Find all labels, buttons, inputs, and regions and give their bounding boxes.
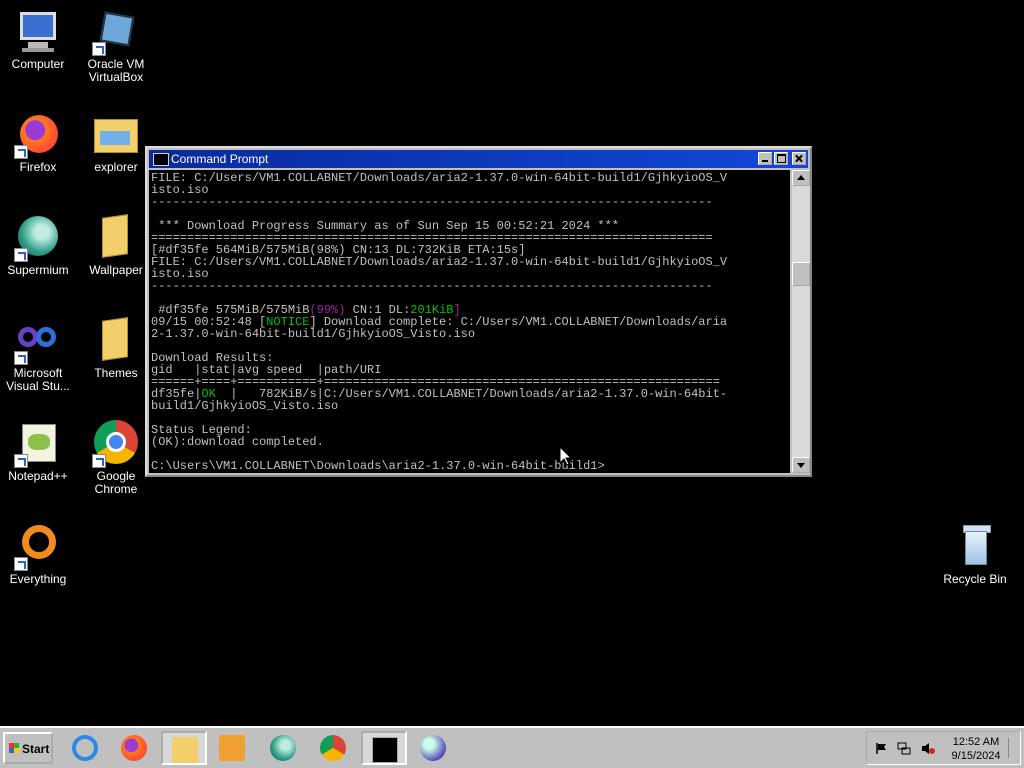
visual-studio-icon [14, 317, 62, 365]
taskbar-command-prompt[interactable] [361, 731, 407, 765]
desktop-icon-label: Microsoft Visual Stu... [6, 366, 70, 393]
desktop-icon-recycle-bin[interactable]: Recycle Bin [935, 523, 1015, 586]
desktop-icon-label: Oracle VM VirtualBox [87, 57, 145, 84]
desktop-icon-everything[interactable]: Everything [0, 523, 78, 586]
file-explorer-icon [172, 737, 198, 763]
taskbar-chrome[interactable] [311, 731, 357, 765]
desktop-icon-label: Everything [9, 572, 67, 586]
windows-logo-icon [9, 743, 19, 753]
internet-explorer-icon [72, 735, 98, 761]
media-player-icon [219, 735, 245, 761]
folder-icon [92, 111, 140, 159]
console-line: build1/GjhkyioOS_Visto.iso [151, 399, 339, 413]
scroll-down-button[interactable] [792, 457, 810, 473]
system-tray: 12:52 AM 9/15/2024 [866, 731, 1021, 765]
firefox-icon [14, 111, 62, 159]
minimize-button[interactable] [758, 152, 772, 165]
scroll-up-button[interactable] [792, 170, 810, 186]
mouse-cursor-icon [560, 447, 572, 466]
clock-date: 9/15/2024 [951, 750, 1001, 762]
desktop-icon-label: Wallpaper [89, 263, 143, 277]
desktop-icon-firefox[interactable]: Firefox [0, 111, 78, 174]
desktop-icon-label: Firefox [19, 160, 57, 174]
chrome-icon [320, 735, 346, 761]
console-line: FILE: C:/Users/VM1.COLLABNET/Downloads/a… [151, 255, 728, 269]
desktop-icon-label: Themes [94, 366, 138, 380]
desktop-icon-supermium[interactable]: Supermium [0, 214, 78, 277]
console-line: (OK):download completed. [151, 435, 324, 449]
virtualbox-icon [92, 8, 140, 56]
taskbar-virtualbox[interactable] [411, 731, 457, 765]
vertical-scrollbar[interactable] [792, 170, 810, 473]
desktop-icon-label: Supermium [7, 263, 69, 277]
desktop-icon-label: explorer [94, 160, 138, 174]
start-button[interactable]: Start [3, 732, 53, 764]
desktop-icon-chrome[interactable]: Google Chrome [76, 420, 156, 496]
supermium-icon [270, 735, 296, 761]
taskbar-media-player[interactable] [210, 731, 256, 765]
desktop-icon-notepadpp[interactable]: Notepad++ [0, 420, 78, 483]
desktop-icon-wallpaper[interactable]: Wallpaper [76, 214, 156, 277]
desktop-icon-label: Recycle Bin [943, 572, 1007, 586]
folder-icon [92, 214, 140, 262]
desktop-icon-computer[interactable]: Computer [0, 8, 78, 71]
desktop-icon-explorer[interactable]: explorer [76, 111, 156, 174]
console-output[interactable]: FILE: C:/Users/VM1.COLLABNET/Downloads/a… [149, 170, 790, 473]
window-title: Command Prompt [171, 152, 269, 166]
everything-icon [14, 523, 62, 571]
desktop-icon-label: Computer [11, 57, 65, 71]
desktop-icon-label: Google Chrome [94, 469, 138, 496]
supermium-icon [14, 214, 62, 262]
volume-muted-icon[interactable] [921, 742, 935, 755]
network-icon[interactable] [897, 742, 911, 755]
window-title-bar[interactable]: Command Prompt [149, 150, 808, 168]
firefox-icon [121, 735, 147, 761]
console-line: 2-1.37.0-win-64bit-build1/GjhkyioOS_Vist… [151, 327, 476, 341]
taskbar-file-explorer[interactable] [161, 731, 207, 765]
command-prompt-icon [153, 153, 169, 166]
taskbar: Start 12:52 AM 9/15/2024 [0, 726, 1024, 768]
close-button[interactable] [792, 152, 806, 165]
console-line: ----------------------------------------… [151, 195, 713, 209]
chrome-icon [92, 420, 140, 468]
command-prompt-window[interactable]: Command Prompt FILE: C:/Users/VM1.COLLAB… [145, 146, 812, 477]
notepadpp-icon [14, 420, 62, 468]
clock[interactable]: 12:52 AM 9/15/2024 [943, 735, 1009, 763]
maximize-button[interactable] [774, 152, 788, 165]
console-line: ----------------------------------------… [151, 279, 713, 293]
folder-icon [92, 317, 140, 365]
command-prompt-icon [372, 737, 398, 763]
show-desktop-button[interactable] [1008, 738, 1019, 758]
taskbar-firefox[interactable] [112, 731, 158, 765]
action-center-flag-icon[interactable] [875, 742, 889, 755]
desktop-icon-virtualbox[interactable]: Oracle VM VirtualBox [76, 8, 156, 84]
computer-icon [14, 8, 62, 56]
taskbar-internet-explorer[interactable] [63, 731, 109, 765]
recycle-bin-icon [951, 523, 999, 571]
virtualbox-icon [420, 735, 446, 761]
desktop-icon-label: Notepad++ [8, 469, 68, 483]
console-line: FILE: C:/Users/VM1.COLLABNET/Downloads/a… [151, 171, 728, 185]
desktop-icon-visual-studio[interactable]: Microsoft Visual Stu... [0, 317, 78, 393]
desktop-icon-themes[interactable]: Themes [76, 317, 156, 380]
clock-time: 12:52 AM [952, 736, 1000, 748]
scroll-thumb[interactable] [792, 262, 810, 286]
taskbar-supermium[interactable] [261, 731, 307, 765]
start-label: Start [22, 742, 50, 756]
command-prompt-line[interactable]: C:\Users\VM1.COLLABNET\Downloads\aria2-1… [151, 460, 790, 472]
